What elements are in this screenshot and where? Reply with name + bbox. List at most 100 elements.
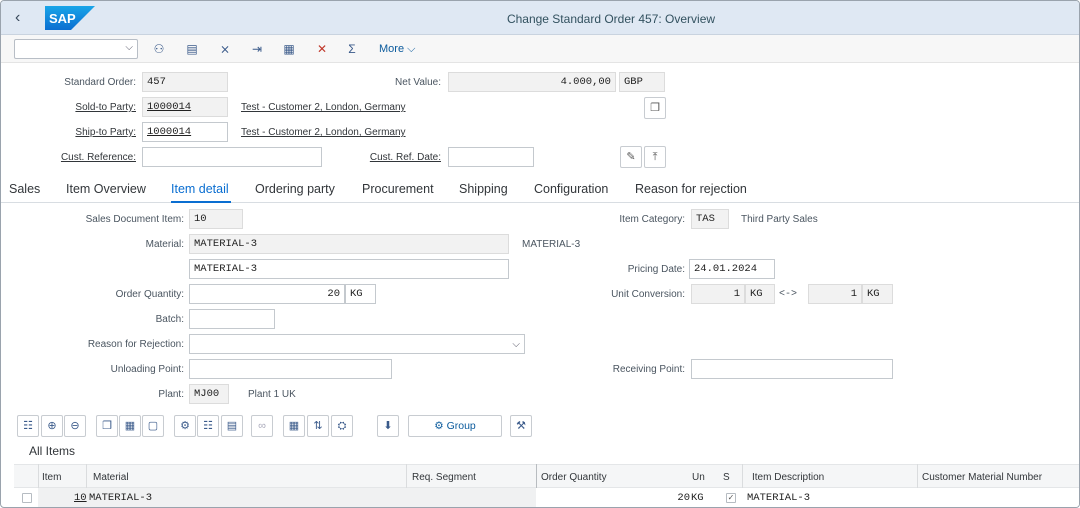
unit-conversion-right-value: 1: [808, 284, 862, 304]
row-material-cell: MATERIAL-3: [89, 492, 153, 504]
order-quantity-field[interactable]: 20: [189, 284, 345, 304]
document-icon[interactable]: ▤: [182, 40, 202, 58]
column-header-un[interactable]: Un: [692, 472, 705, 483]
display-icon[interactable]: ⚇: [149, 40, 169, 58]
tab-item-overview[interactable]: Item Overview: [66, 182, 146, 196]
document-output-icon[interactable]: ▤: [221, 415, 243, 437]
unit-conversion-left-value: 1: [691, 284, 745, 304]
upload-icon[interactable]: ⤒: [644, 146, 666, 168]
schedule-lines-icon[interactable]: ☷: [197, 415, 219, 437]
cancel-icon[interactable]: ✕: [312, 40, 332, 58]
item-category-description: Third Party Sales: [741, 214, 818, 225]
ship-to-party-field[interactable]: 1000014: [142, 122, 228, 142]
document-flow-icon[interactable]: ❐: [644, 97, 666, 119]
delete-icon[interactable]: ⨯: [215, 40, 235, 58]
order-quantity-unit-field[interactable]: KG: [345, 284, 376, 304]
hierarchy-icon[interactable]: ⬇: [377, 415, 399, 437]
sales-document-item-field: 10: [189, 209, 243, 229]
unit-conversion-arrow: <->: [779, 289, 798, 300]
pricing-date-field[interactable]: 24.01.2024: [689, 259, 775, 279]
net-value-label: Net Value:: [395, 77, 441, 88]
chevron-down-icon: ⌵: [512, 339, 520, 350]
material-description-field[interactable]: MATERIAL-3: [189, 259, 509, 279]
sap-window: ‹ SAP Change Standard Order 457: Overvie…: [0, 0, 1080, 508]
column-header-req-segment[interactable]: Req. Segment: [412, 472, 476, 483]
sum-icon[interactable]: Σ: [342, 40, 362, 58]
sold-to-party-description[interactable]: Test - Customer 2, London, Germany: [241, 102, 406, 113]
notes-icon[interactable]: ✎: [620, 146, 642, 168]
row-order-quantity-cell[interactable]: 20: [536, 492, 690, 504]
cust-reference-field[interactable]: [142, 147, 322, 167]
cust-ref-date-label: Cust. Ref. Date:: [369, 152, 441, 163]
chevron-down-icon: ⌵: [407, 43, 416, 55]
link-icon[interactable]: ∞: [251, 415, 273, 437]
table-title: All Items: [29, 444, 76, 458]
row-unit-cell[interactable]: KG: [691, 492, 704, 504]
row-item-cell[interactable]: 10: [74, 492, 87, 504]
table-row[interactable]: 10 MATERIAL-3 20 KG ✓ MATERIAL-3: [14, 488, 1079, 507]
tab-reason-for-rejection[interactable]: Reason for rejection: [635, 182, 747, 196]
tab-shipping[interactable]: Shipping: [459, 182, 508, 196]
material-field: MATERIAL-3: [189, 234, 509, 254]
plant-label: Plant:: [158, 389, 184, 400]
cust-ref-date-field[interactable]: [448, 147, 534, 167]
chevron-down-icon: ⌵: [125, 42, 133, 53]
table-settings-icon[interactable]: ▦: [283, 415, 305, 437]
sort-icon[interactable]: ⇅: [307, 415, 329, 437]
filter-icon[interactable]: ⛭: [331, 415, 353, 437]
back-icon[interactable]: ‹: [15, 9, 33, 27]
tab-sales[interactable]: Sales: [9, 182, 40, 196]
unloading-point-field[interactable]: [189, 359, 392, 379]
tab-ordering-party[interactable]: Ordering party: [255, 182, 335, 196]
group-button[interactable]: ⚙ Group: [408, 415, 502, 437]
unit-conversion-left-unit: KG: [745, 284, 775, 304]
receiving-point-field[interactable]: [691, 359, 893, 379]
sold-to-party-field[interactable]: 1000014: [142, 97, 228, 117]
column-header-item-description[interactable]: Item Description: [752, 472, 824, 483]
group-label: Group: [446, 420, 476, 432]
table-header: Item Material Req. Segment Order Quantit…: [14, 464, 1079, 488]
settings-wrench-icon[interactable]: ⚒: [510, 415, 532, 437]
select-all-icon[interactable]: ▦: [119, 415, 141, 437]
tab-procurement[interactable]: Procurement: [362, 182, 434, 196]
copy-icon[interactable]: ❐: [96, 415, 118, 437]
more-menu-button[interactable]: More ⌵: [379, 43, 415, 56]
deselect-all-icon[interactable]: ▢: [142, 415, 164, 437]
column-header-customer-material-number[interactable]: Customer Material Number: [922, 472, 1042, 483]
print-icon[interactable]: ▦: [279, 40, 299, 58]
unit-conversion-label: Unit Conversion:: [611, 289, 685, 300]
ship-to-party-description[interactable]: Test - Customer 2, London, Germany: [241, 127, 406, 138]
material-label: Material:: [145, 239, 184, 250]
remove-row-icon[interactable]: ⊖: [64, 415, 86, 437]
column-header-material[interactable]: Material: [93, 472, 129, 483]
row-item-description-cell[interactable]: MATERIAL-3: [747, 492, 810, 504]
receiving-point-label: Receiving Point:: [612, 364, 685, 375]
sap-logo: SAP: [45, 6, 95, 30]
conditions-icon[interactable]: ⚙: [174, 415, 196, 437]
column-header-item[interactable]: Item: [42, 472, 61, 483]
column-header-s[interactable]: S: [723, 472, 730, 483]
add-row-icon[interactable]: ⊕: [41, 415, 63, 437]
plant-field: MJ00: [189, 384, 229, 404]
item-category-field: TAS: [691, 209, 729, 229]
sold-to-party-label[interactable]: Sold-to Party:: [21, 102, 136, 113]
tab-strip: Sales Item Overview Item detail Ordering…: [1, 177, 1079, 203]
order-quantity-label: Order Quantity:: [115, 289, 184, 300]
ship-to-party-label[interactable]: Ship-to Party:: [21, 127, 136, 138]
column-header-order-quantity[interactable]: Order Quantity: [541, 472, 607, 483]
active-tab-indicator: [171, 201, 231, 203]
net-value-field: 4.000,00: [448, 72, 616, 92]
tab-configuration[interactable]: Configuration: [534, 182, 608, 196]
tab-item-detail[interactable]: Item detail: [171, 182, 229, 196]
exit-icon[interactable]: ⇥: [247, 40, 267, 58]
currency-field: GBP: [619, 72, 665, 92]
reason-for-rejection-select[interactable]: ⌵: [189, 334, 525, 354]
details-icon[interactable]: ☷: [17, 415, 39, 437]
application-toolbar: ⌵ ⚇ ▤ ⨯ ⇥ ▦ ✕ Σ More ⌵: [1, 35, 1079, 63]
batch-field[interactable]: [189, 309, 275, 329]
row-status-checkbox[interactable]: ✓: [726, 493, 736, 503]
more-label: More: [379, 43, 405, 55]
row-selector-checkbox[interactable]: [22, 493, 32, 503]
command-field-select[interactable]: ⌵: [14, 39, 138, 59]
reason-for-rejection-label: Reason for Rejection:: [87, 339, 184, 350]
